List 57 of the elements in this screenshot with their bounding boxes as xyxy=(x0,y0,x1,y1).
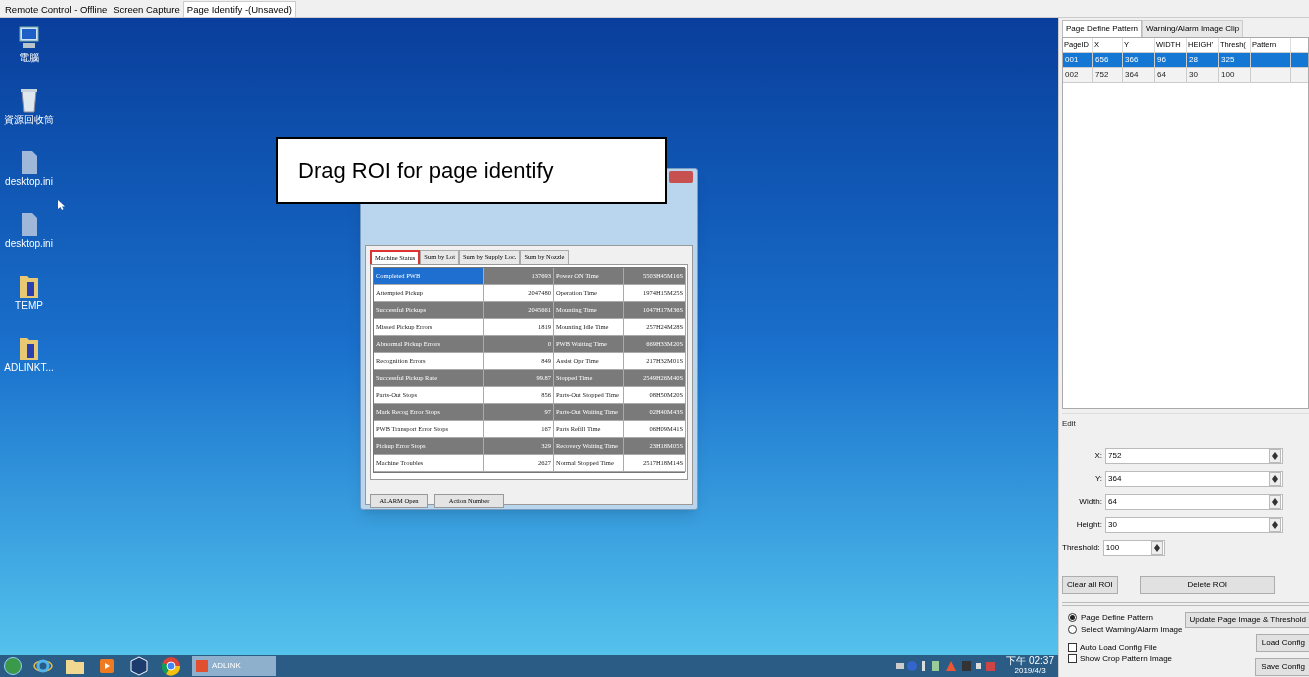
number-field[interactable]: 364 xyxy=(1105,471,1283,487)
clock-time[interactable]: 下午 02:37 xyxy=(1006,656,1054,666)
table-cell: 001 xyxy=(1063,53,1093,67)
panel-tab[interactable]: Page Define Pattern xyxy=(1062,20,1143,37)
spinner-arrows-icon[interactable] xyxy=(1269,449,1281,463)
mouse-pointer-icon xyxy=(58,200,65,210)
update-page-image-button[interactable]: Update Page Image & Threshold xyxy=(1184,612,1309,628)
spinner-arrows-icon[interactable] xyxy=(1150,541,1163,555)
load-config-button[interactable]: Load Config xyxy=(1255,634,1309,652)
spinner-arrows-icon[interactable] xyxy=(1269,495,1281,509)
desktop-icon-label[interactable]: 資源回收筒 xyxy=(4,114,54,126)
chrome-icon[interactable] xyxy=(160,655,182,677)
desktop-icon-label[interactable]: TEMP xyxy=(15,300,43,312)
field-label: Threshold: xyxy=(1062,542,1100,554)
table-row[interactable]: 001 656 366 96 28 325 xyxy=(1063,53,1308,68)
number-field[interactable]: 752 xyxy=(1105,448,1283,464)
app-tab[interactable]: Page Identify -(Unsaved) xyxy=(182,1,296,17)
checkbox-option[interactable]: Auto Load Config File xyxy=(1068,642,1183,653)
table-cell: 752 xyxy=(1093,68,1123,82)
table-cell: 002 xyxy=(1063,68,1093,82)
radio-option[interactable]: Select Warning/Alarm Image xyxy=(1068,624,1183,635)
clock-date[interactable]: 2019/4/3 xyxy=(1014,666,1046,676)
table-cell: 325 xyxy=(1219,53,1251,67)
field-label: X: xyxy=(1093,450,1102,462)
desktop-icon-label[interactable]: ADLINKT... xyxy=(4,362,54,374)
number-field[interactable]: 100 xyxy=(1102,540,1165,556)
table-cell: 28 xyxy=(1187,53,1219,67)
table-cell: 30 xyxy=(1187,68,1219,82)
delete-roi-button[interactable]: Delete ROI xyxy=(1139,576,1275,594)
spinner-arrows-icon[interactable] xyxy=(1269,472,1281,486)
group-title: Edit xyxy=(1062,418,1077,430)
desktop-icon-label[interactable]: desktop.ini xyxy=(5,238,53,250)
table-cell: 366 xyxy=(1123,53,1155,67)
desktop-icon-label[interactable]: desktop.ini xyxy=(5,176,53,188)
panel-tab[interactable]: Warning/Alarm Image Clip xyxy=(1142,20,1244,37)
field-label: Width: xyxy=(1078,496,1102,508)
field-label: Height: xyxy=(1075,519,1102,531)
radio-option[interactable]: Page Define Pattern xyxy=(1068,612,1183,623)
app-tab[interactable]: Screen Capture xyxy=(110,2,183,17)
app-tab[interactable]: Remote Control - Offline xyxy=(2,2,111,17)
checkbox-option[interactable]: Show Crop Pattern Image xyxy=(1068,653,1183,664)
save-config-button[interactable]: Save Config xyxy=(1255,658,1309,676)
clear-all-roi-button[interactable]: Clear all ROI xyxy=(1062,576,1118,594)
spinner-arrows-icon[interactable] xyxy=(1269,518,1281,532)
table-row[interactable]: 002 752 364 64 30 100 xyxy=(1063,68,1308,83)
desktop-icon-label[interactable]: 電腦 xyxy=(19,52,39,64)
number-field[interactable]: 64 xyxy=(1105,494,1283,510)
table-cell: 100 xyxy=(1219,68,1251,82)
callout-box: Drag ROI for page identify xyxy=(276,137,667,204)
table-cell: 96 xyxy=(1155,53,1187,67)
table-cell: 656 xyxy=(1093,53,1123,67)
table-cell: 64 xyxy=(1155,68,1187,82)
field-label: Y: xyxy=(1093,473,1102,485)
start-button[interactable] xyxy=(4,657,22,675)
number-field[interactable]: 30 xyxy=(1105,517,1283,533)
app-icon xyxy=(196,660,208,672)
table-cell: 364 xyxy=(1123,68,1155,82)
